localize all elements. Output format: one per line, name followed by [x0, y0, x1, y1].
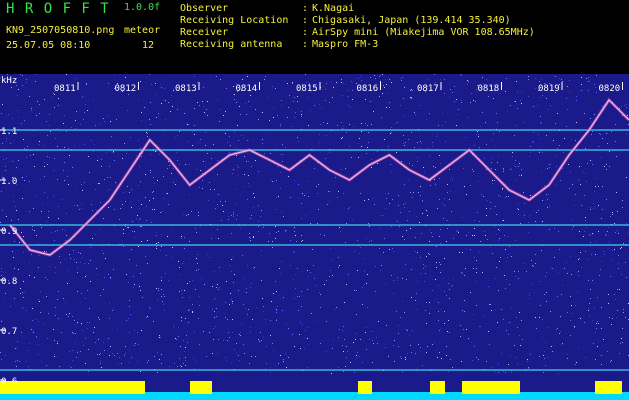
time-tick-label: 0812 — [115, 84, 137, 94]
level-bar-segment — [462, 381, 520, 394]
observer-value: K.Nagai — [312, 3, 355, 14]
receiver-value: AirSpy mini (Miakejima VOR 108.65MHz) — [312, 27, 535, 38]
file-name: KN9_2507050810.png — [6, 25, 115, 36]
time-tick-label: 0817 — [417, 84, 439, 94]
spectrogram-plot: kHz 1.1 1.0 0.9 0.8 0.7 0.6 0811 0812 0813 0814 0… — [0, 74, 629, 400]
app-title: H R O F F T — [6, 1, 110, 17]
level-bar-segment — [190, 381, 212, 394]
y-tick-label: 0.7 — [1, 327, 17, 337]
y-tick-label: 1.1 — [1, 127, 17, 137]
observer-key: Observer — [180, 3, 229, 14]
antenna-key: Receiving antenna — [180, 39, 283, 50]
antenna-value: Maspro FM-3 — [312, 39, 379, 50]
app-version: 1.0.0f — [124, 2, 161, 13]
time-tick-label: 0816 — [357, 84, 379, 94]
level-bar-segment — [0, 381, 145, 394]
time-tick-label: 0813 — [175, 84, 197, 94]
time-tick-label: 0811 — [54, 84, 76, 94]
location-sep: : — [302, 15, 309, 26]
location-value: Chigasaki, Japan (139.414 35.340) — [312, 15, 511, 26]
count-value: 12 — [142, 40, 155, 51]
y-tick-label: 0.6 — [1, 377, 17, 387]
time-tick-label: 0818 — [478, 84, 500, 94]
y-unit-label: kHz — [1, 76, 17, 86]
date-time: 25.07.05 08:10 — [6, 40, 91, 51]
time-tick-label: 0819 — [538, 84, 560, 94]
source-label: meteor — [124, 25, 161, 36]
time-tick-label: 0814 — [236, 84, 258, 94]
spectrogram-background — [0, 74, 629, 400]
y-tick-label: 0.8 — [1, 277, 17, 287]
time-tick-label: 0820 — [599, 84, 621, 94]
receiver-sep: : — [302, 27, 309, 38]
time-tick-label: 0815 — [296, 84, 318, 94]
y-tick-label: 0.9 — [1, 227, 17, 237]
hrofft-window: H R O F F T 1.0.0f KN9_2507050810.png me… — [0, 0, 629, 400]
location-key: Receiving Location — [180, 15, 289, 26]
receiver-key: Receiver — [180, 27, 229, 38]
level-bar-segment — [430, 381, 445, 394]
antenna-sep: : — [302, 39, 309, 50]
level-bar-segment — [358, 381, 372, 394]
level-bar-segment — [595, 381, 622, 394]
y-tick-label: 1.0 — [1, 177, 17, 187]
observer-sep: : — [302, 3, 309, 14]
